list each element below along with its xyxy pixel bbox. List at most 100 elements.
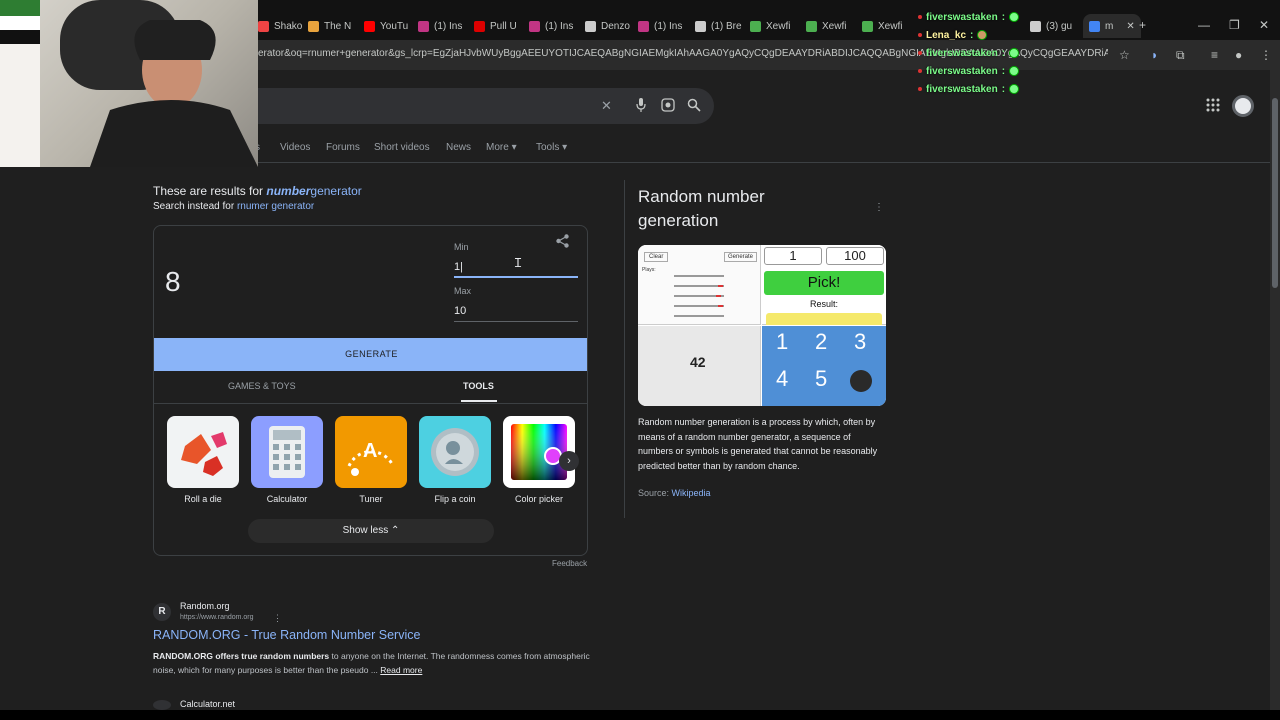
browser-tab[interactable]: (1) Ins: [638, 14, 682, 38]
chat-separator: :: [1001, 83, 1006, 95]
google-apps-icon[interactable]: [1206, 98, 1220, 117]
filter-tools[interactable]: Tools ▾: [536, 142, 567, 153]
page-scrollbar[interactable]: [1270, 70, 1280, 710]
chat-message: fiverswastaken:: [918, 44, 1048, 62]
close-tab-icon[interactable]: ✕: [1126, 21, 1134, 32]
filter-more-label: More: [486, 142, 509, 153]
result-site-name[interactable]: Calculator.net: [180, 699, 235, 709]
browser-tab[interactable]: The N: [308, 14, 351, 38]
chat-separator: :: [1001, 11, 1006, 23]
tab-favicon-icon: [474, 20, 485, 32]
share-icon[interactable]: [556, 234, 569, 251]
tab-favicon-icon: [862, 20, 873, 32]
browser-tab[interactable]: Xewfi: [862, 14, 902, 38]
spelling-correction: These are results for numbergenerator: [153, 184, 362, 198]
dot-icon: [918, 15, 922, 19]
tool-tuner[interactable]: A Tuner: [335, 416, 407, 504]
browser-tab[interactable]: Xewfi: [750, 14, 790, 38]
result-title-link[interactable]: RANDOM.ORG - True Random Number Service: [153, 628, 420, 642]
image-view-icon[interactable]: [850, 370, 872, 392]
chat-separator: :: [1001, 65, 1006, 77]
chevron-up-icon: ⌃: [390, 525, 400, 536]
site-favicon: [153, 700, 171, 710]
divider: [624, 180, 625, 518]
tool-flip-a-coin[interactable]: Flip a coin: [419, 416, 491, 504]
browser-tab[interactable]: (1) Bre: [695, 14, 742, 38]
tab-label: The N: [324, 20, 352, 32]
image-search-icon[interactable]: [661, 98, 675, 115]
tab-games-and-toys[interactable]: GAMES & TOYS: [228, 381, 296, 391]
filter-forums[interactable]: Forums: [326, 142, 360, 153]
tab-label: m: [1105, 20, 1114, 32]
chevron-right-icon[interactable]: ›: [559, 451, 579, 471]
knowledge-panel-title: Random number generation: [638, 187, 765, 230]
browser-tab[interactable]: YouTu: [364, 14, 408, 38]
tab-label: YouTu: [380, 20, 409, 32]
knowledge-panel-image[interactable]: Clear Generate Plays: 1 100 Pick! Result…: [638, 245, 886, 406]
result-snippet: RANDOM.ORG offers true random numbers to…: [153, 649, 593, 677]
browser-tab[interactable]: (1) Ins: [529, 14, 573, 38]
snippet-bold: RANDOM.ORG offers true random numbers: [153, 651, 330, 661]
tab-favicon-icon: [418, 20, 429, 32]
new-tab-button[interactable]: +: [1139, 18, 1146, 32]
corrected-query-bold[interactable]: number: [266, 184, 310, 198]
image-quadrant: 1 100 Pick! Result:: [762, 245, 886, 325]
tab-favicon-icon: [1089, 20, 1100, 32]
dot-icon: [918, 69, 922, 73]
reading-list-icon[interactable]: ≡: [1211, 48, 1218, 62]
browser-tab[interactable]: Denzo: [585, 14, 630, 38]
close-window-button[interactable]: ✕: [1259, 18, 1269, 32]
more-options-icon[interactable]: ⋮: [273, 613, 282, 624]
result-url[interactable]: https://www.random.org: [180, 614, 254, 621]
browser-tab[interactable]: Shako: [258, 14, 302, 38]
image-result-label: Result:: [809, 299, 838, 309]
source-label: Source:: [638, 488, 670, 498]
search-instead-prefix: Search instead for: [153, 201, 235, 212]
corrected-query-rest[interactable]: generator: [310, 184, 361, 198]
browser-tab[interactable]: Pull U: [474, 14, 517, 38]
browser-tab[interactable]: (1) Ins: [418, 14, 462, 38]
media-icon[interactable]: ◗: [1151, 48, 1158, 62]
search-input[interactable]: ✕: [240, 88, 714, 124]
clear-search-icon[interactable]: ✕: [601, 98, 612, 114]
profile-icon[interactable]: ●: [1235, 48, 1242, 62]
image-grid-number: 2: [815, 329, 828, 354]
tool-calculator[interactable]: Calculator: [251, 416, 323, 504]
webcam-overlay: [0, 0, 258, 167]
scrollbar-thumb[interactable]: [1272, 98, 1278, 288]
generated-number: 8: [165, 266, 181, 297]
tab-label: (1) Bre: [711, 20, 742, 32]
account-avatar[interactable]: [1232, 95, 1254, 117]
tab-favicon-icon: [258, 20, 269, 32]
filter-more[interactable]: More ▾: [486, 142, 517, 153]
wikipedia-link[interactable]: Wikipedia: [672, 488, 711, 498]
browser-tab[interactable]: m ✕: [1083, 14, 1141, 38]
filter-videos[interactable]: Videos: [280, 142, 310, 153]
image-min-value: 1: [764, 247, 822, 265]
active-tab-indicator: [461, 400, 497, 402]
voice-search-icon[interactable]: [636, 98, 646, 115]
read-more-link[interactable]: Read more: [380, 665, 422, 675]
minimize-button[interactable]: —: [1198, 18, 1210, 32]
show-less-button[interactable]: Show less ⌃: [248, 519, 494, 543]
image-max-value: 100: [826, 247, 884, 265]
filter-news[interactable]: News: [446, 142, 471, 153]
extensions-icon[interactable]: ⧉: [1176, 48, 1185, 63]
original-query-link[interactable]: rnumer generator: [237, 201, 314, 212]
feedback-link[interactable]: Feedback: [552, 559, 587, 568]
max-input[interactable]: 10: [454, 302, 578, 322]
tab-tools[interactable]: TOOLS: [463, 381, 494, 391]
tab-label: Xewfi: [766, 20, 791, 32]
tool-roll-a-die[interactable]: Roll a die: [167, 416, 239, 504]
image-quadrant: 1 2 3 4 5: [762, 326, 886, 406]
maximize-button[interactable]: ❐: [1229, 18, 1240, 32]
browser-menu-icon[interactable]: ⋮: [1260, 48, 1272, 62]
search-icon[interactable]: [687, 98, 701, 115]
bookmark-star-icon[interactable]: ☆: [1119, 48, 1130, 62]
more-options-icon[interactable]: ⋮: [874, 202, 884, 213]
generate-button[interactable]: GENERATE: [154, 338, 587, 371]
show-less-label: Show less: [342, 525, 389, 536]
browser-tab[interactable]: Xewfi: [806, 14, 846, 38]
filter-short-videos[interactable]: Short videos: [374, 142, 430, 153]
result-site-name[interactable]: Random.org: [180, 601, 230, 611]
